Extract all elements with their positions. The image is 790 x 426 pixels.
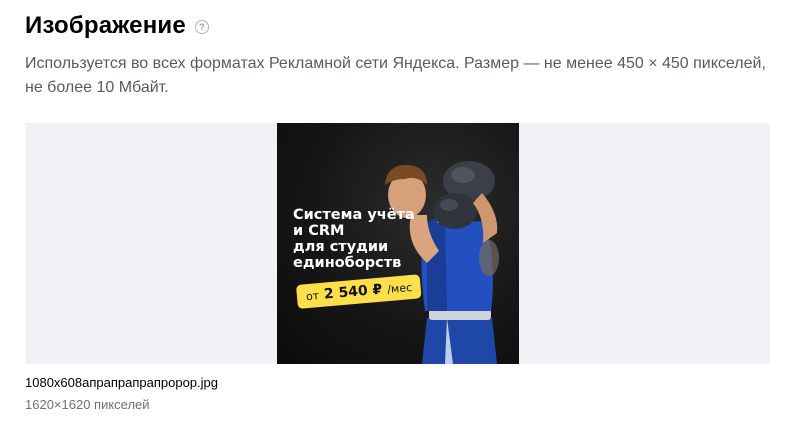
price-amount: 2 540 ₽ — [323, 281, 383, 303]
section-title: Изображение — [25, 12, 186, 39]
banner-headline-line: Система учёта — [293, 207, 415, 223]
file-dimensions: 1620×1620 пикселей — [25, 397, 150, 412]
file-name: 1080x608апрапрапрапророр.jpg — [25, 375, 218, 390]
section-description: Используется во всех форматах Рекламной … — [25, 55, 766, 96]
section-header: Изображение ? — [25, 12, 209, 40]
banner-headline: Система учёта и CRM для студии единоборс… — [293, 207, 415, 271]
banner-headline-line: единоборств — [293, 255, 402, 271]
banner-headline-line: и CRM — [293, 223, 345, 239]
banner-headline-line: для студии — [293, 239, 389, 255]
price-prefix: от — [305, 288, 320, 303]
uploaded-image-preview[interactable]: Система учёта и CRM для студии единоборс… — [277, 123, 519, 364]
price-suffix: /мес — [386, 280, 413, 296]
image-preview-area: Система учёта и CRM для студии единоборс… — [25, 123, 770, 364]
question-circle-icon[interactable]: ? — [194, 20, 209, 34]
